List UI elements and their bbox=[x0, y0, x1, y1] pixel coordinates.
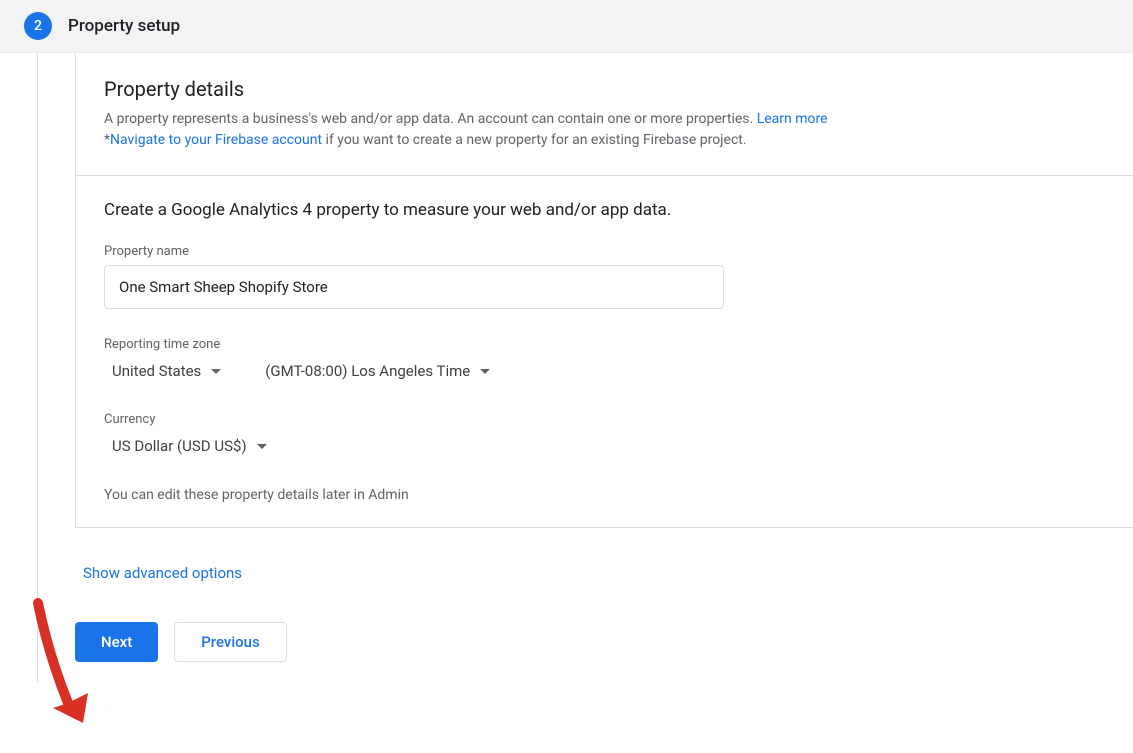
firebase-suffix: if you want to create a new property for… bbox=[322, 132, 746, 148]
currency-dropdown[interactable]: US Dollar (USD US$) bbox=[104, 433, 275, 459]
timezone-value: (GMT-08:00) Los Angeles Time bbox=[265, 362, 470, 380]
learn-more-link[interactable]: Learn more bbox=[757, 111, 828, 127]
step-number-badge: 2 bbox=[24, 12, 52, 40]
stepper-vertical-line bbox=[37, 53, 38, 682]
description-text: A property represents a business's web a… bbox=[104, 111, 757, 127]
property-details-section: Property details A property represents a… bbox=[76, 53, 1133, 175]
timezone-country-value: United States bbox=[112, 362, 201, 380]
button-row: Next Previous bbox=[75, 622, 1133, 662]
timezone-label: Reporting time zone bbox=[104, 337, 1105, 352]
property-name-input[interactable] bbox=[104, 265, 724, 309]
caret-down-icon bbox=[257, 444, 267, 449]
property-details-description: A property represents a business's web a… bbox=[104, 109, 1105, 151]
property-card: Property details A property represents a… bbox=[75, 53, 1133, 528]
below-card-area: Show advanced options Next Previous bbox=[83, 528, 1133, 682]
caret-down-icon bbox=[211, 369, 221, 374]
property-name-label: Property name bbox=[104, 244, 1105, 259]
step-header: 2 Property setup bbox=[0, 0, 1133, 53]
previous-button[interactable]: Previous bbox=[174, 622, 287, 662]
form-subheading: Create a Google Analytics 4 property to … bbox=[104, 200, 1105, 220]
next-button[interactable]: Next bbox=[75, 622, 158, 662]
edit-later-note: You can edit these property details late… bbox=[104, 487, 1105, 503]
firebase-account-link[interactable]: Navigate to your Firebase account bbox=[110, 132, 322, 148]
property-form-section: Create a Google Analytics 4 property to … bbox=[76, 175, 1133, 527]
currency-field: Currency US Dollar (USD US$) bbox=[104, 412, 1105, 459]
timezone-country-dropdown[interactable]: United States bbox=[104, 358, 229, 384]
timezone-value-dropdown[interactable]: (GMT-08:00) Los Angeles Time bbox=[257, 358, 498, 384]
property-name-field: Property name bbox=[104, 244, 1105, 309]
property-details-heading: Property details bbox=[104, 77, 1105, 101]
timezone-field: Reporting time zone United States (GMT-0… bbox=[104, 337, 1105, 384]
step-title: Property setup bbox=[68, 16, 180, 36]
currency-label: Currency bbox=[104, 412, 1105, 427]
show-advanced-options-link[interactable]: Show advanced options bbox=[83, 564, 242, 582]
currency-value: US Dollar (USD US$) bbox=[112, 437, 247, 455]
caret-down-icon bbox=[480, 369, 490, 374]
